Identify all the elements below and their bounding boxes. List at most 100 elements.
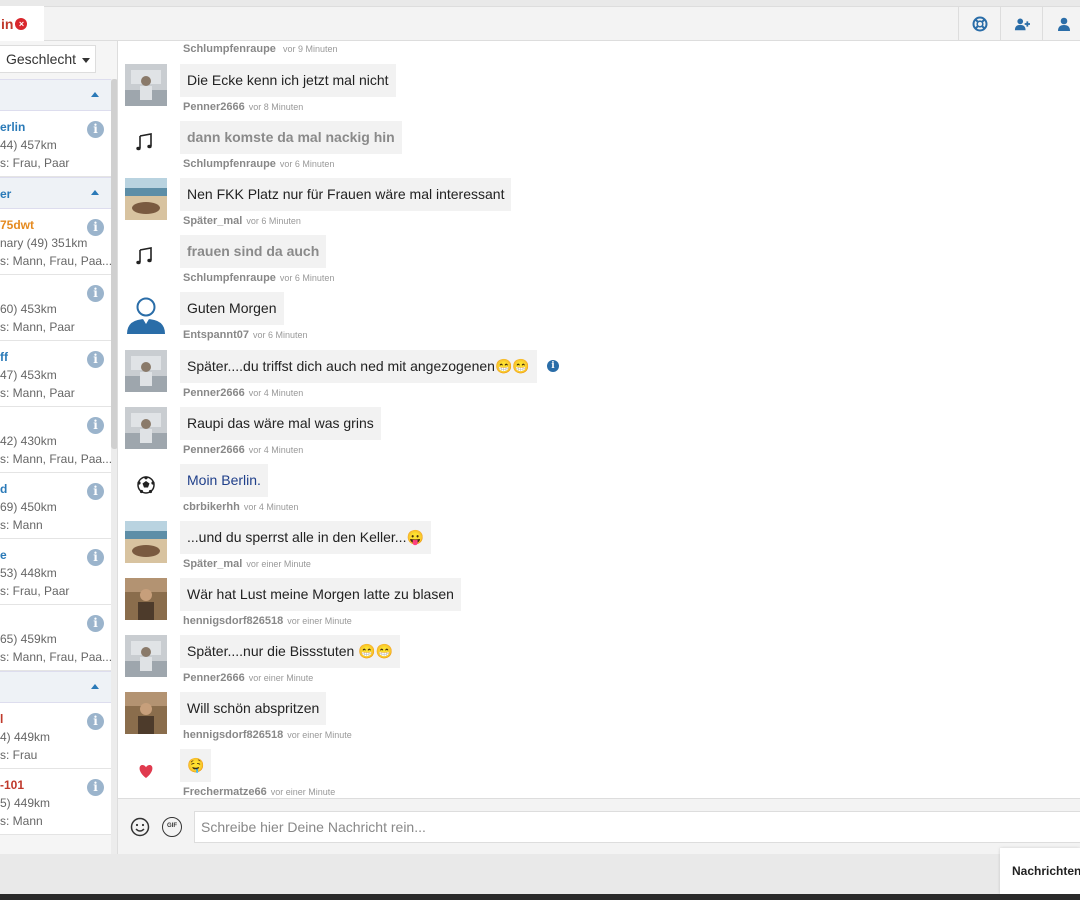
user-looking-for: s: Mann, Paar <box>0 386 75 400</box>
user-photo-avatar[interactable] <box>125 178 167 220</box>
message-bubble: Nen FKK Platz nur für Frauen wäre mal in… <box>180 178 512 211</box>
user-photo-avatar[interactable] <box>125 635 167 677</box>
message-author[interactable]: Später_mal <box>183 558 242 570</box>
info-icon[interactable]: i <box>87 219 104 236</box>
user-photo-avatar[interactable] <box>125 578 167 620</box>
user-card[interactable]: e 53) 448km s: Frau, Paar i <box>0 539 111 605</box>
gif-button[interactable]: GIF <box>162 817 182 837</box>
section-header[interactable]: er <box>0 177 111 209</box>
user-card[interactable]: d 69) 450km s: Mann i <box>0 473 111 539</box>
message-time: vor 6 Minuten <box>246 216 301 226</box>
message-author[interactable]: hennigsdorf826518 <box>183 615 283 627</box>
user-name[interactable]: erlin <box>0 120 25 134</box>
user-name[interactable]: ff <box>0 350 8 364</box>
user-name[interactable]: -101 <box>0 778 24 792</box>
add-friend-button[interactable] <box>1000 7 1042 41</box>
user-photo-avatar[interactable] <box>125 407 167 449</box>
user-card[interactable]: erlin 44) 457km s: Frau, Paar i <box>0 111 111 177</box>
user-looking-for: s: Mann, Frau, Paa... <box>0 452 113 466</box>
message-author[interactable]: Frechermatze66 <box>183 786 267 798</box>
user-photo-avatar[interactable] <box>125 350 167 392</box>
info-icon[interactable]: i <box>87 351 104 368</box>
chevron-up-icon[interactable] <box>91 684 99 689</box>
soccer-ball-icon[interactable] <box>125 464 167 506</box>
default-user-avatar[interactable] <box>125 292 167 334</box>
user-name[interactable]: e <box>0 548 7 562</box>
gender-filter-dropdown[interactable]: Geschlecht <box>0 45 96 73</box>
info-icon[interactable]: i <box>87 483 104 500</box>
info-icon[interactable]: i <box>87 121 104 138</box>
chat-message: Moin Berlin. cbrbikerhh vor 4 Minuten <box>118 464 1080 521</box>
message-author[interactable]: Entspannt07 <box>183 329 249 341</box>
user-icon <box>1057 17 1070 31</box>
message-author[interactable]: hennigsdorf826518 <box>183 729 283 741</box>
room-tab[interactable]: in × <box>0 6 44 42</box>
message-author[interactable]: Schlumpfenraupe <box>183 43 276 55</box>
user-name[interactable]: d <box>0 482 7 496</box>
message-author[interactable]: Schlumpfenraupe <box>183 272 276 284</box>
user-card[interactable]: 65) 459km s: Mann, Frau, Paa... i <box>0 605 112 671</box>
user-name[interactable]: 75dwt <box>0 218 34 232</box>
message-info-icon[interactable]: i <box>547 360 559 372</box>
profile-button[interactable] <box>1042 7 1080 41</box>
chat-message: Nen FKK Platz nur für Frauen wäre mal in… <box>118 178 1080 235</box>
chat-message: Später....du triffst dich auch ned mit a… <box>118 350 1080 407</box>
info-icon[interactable]: i <box>87 713 104 730</box>
message-author[interactable]: Penner2666 <box>183 444 245 456</box>
message-time: vor 4 Minuten <box>248 388 304 398</box>
section-header[interactable] <box>0 671 111 703</box>
user-looking-for: s: Frau <box>0 748 38 762</box>
message-bubble: dann komste da mal nackig hin <box>180 121 402 154</box>
emoji-button[interactable] <box>130 817 150 837</box>
user-card[interactable]: -101 5) 449km s: Mann i <box>0 769 111 835</box>
smiley-icon <box>130 817 150 837</box>
chat-message: Will schön abspritzen hennigsdorf826518 vo… <box>118 692 1080 749</box>
user-photo-avatar[interactable] <box>125 64 167 106</box>
info-icon[interactable]: i <box>87 417 104 434</box>
message-author[interactable]: cbrbikerhh <box>183 501 240 513</box>
user-card[interactable]: 60) 453km s: Mann, Paar i <box>0 275 111 341</box>
message-author[interactable]: Penner2666 <box>183 672 245 684</box>
info-icon[interactable]: i <box>87 285 104 302</box>
message-author[interactable]: Penner2666 <box>183 101 245 113</box>
message-time: vor 6 Minuten <box>279 159 335 169</box>
user-photo-avatar[interactable] <box>125 692 167 734</box>
message-bubble: Guten Morgen <box>180 292 284 325</box>
chevron-up-icon[interactable] <box>91 190 99 195</box>
message-meta: Penner2666 vor 8 Minuten <box>183 101 303 113</box>
user-name[interactable]: l <box>0 712 3 726</box>
message-bubble: 🤤 <box>180 749 212 782</box>
sidebar-scrollbar[interactable] <box>111 79 117 854</box>
music-note-icon[interactable] <box>125 235 167 277</box>
message-author[interactable]: Penner2666 <box>183 387 245 399</box>
info-icon[interactable]: i <box>87 615 104 632</box>
user-card[interactable]: ff 47) 453km s: Mann, Paar i <box>0 341 111 407</box>
chat-message: Später....nur die Bissstuten 😁😁 Penner266… <box>118 635 1080 692</box>
info-icon[interactable]: i <box>87 779 104 796</box>
info-icon[interactable]: i <box>87 549 104 566</box>
user-photo-avatar[interactable] <box>125 521 167 563</box>
messages-panel-button[interactable]: Nachrichten <box>1000 848 1080 894</box>
chat-message: Die Ecke kenn ich jetzt mal nicht Penner2… <box>118 64 1080 121</box>
user-card[interactable]: 75dwt nary (49) 351km s: Mann, Frau, Paa..… <box>0 209 112 275</box>
message-input[interactable] <box>194 811 1080 843</box>
heart-icon[interactable] <box>125 749 167 791</box>
scrollbar-thumb[interactable] <box>111 79 117 449</box>
user-list: erlin 44) 457km s: Frau, Paar i er 75dwt nary … <box>0 79 113 835</box>
music-note-icon[interactable] <box>125 121 167 163</box>
message-time: vor 4 Minuten <box>243 502 299 512</box>
close-icon[interactable]: × <box>15 18 28 30</box>
user-age-distance: 5) 449km <box>0 796 51 810</box>
user-card[interactable]: 42) 430km s: Mann, Frau, Paa... i <box>0 407 113 473</box>
user-looking-for: s: Frau, Paar <box>0 156 70 170</box>
message-author[interactable]: Schlumpfenraupe <box>183 158 276 170</box>
gender-filter-label: Geschlecht <box>6 51 77 67</box>
message-meta: Später_mal vor 6 Minuten <box>183 215 301 227</box>
message-bubble: frauen sind da auch <box>180 235 327 268</box>
message-author[interactable]: Später_mal <box>183 215 242 227</box>
section-header[interactable] <box>0 79 111 111</box>
help-button[interactable] <box>958 7 1000 41</box>
chevron-up-icon[interactable] <box>91 92 99 97</box>
user-card[interactable]: l 4) 449km s: Frau i <box>0 703 111 769</box>
message-bubble: Raupi das wäre mal was grins <box>180 407 381 440</box>
